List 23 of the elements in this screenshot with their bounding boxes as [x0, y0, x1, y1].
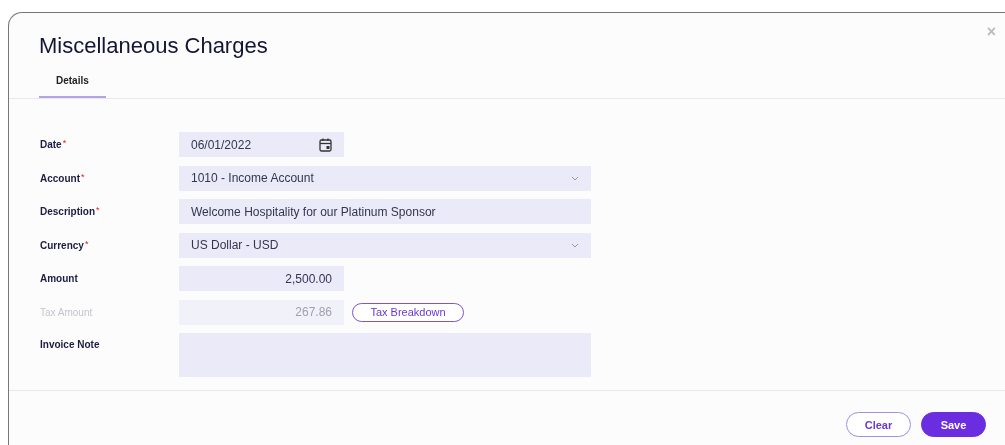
calendar-icon[interactable] — [319, 137, 332, 152]
field-label: Invoice Note — [40, 339, 100, 350]
dropdown-field[interactable]: 1010 - Income Account — [179, 165, 591, 191]
required-mark: * — [96, 206, 100, 215]
amount-field[interactable]: 2,500.00 — [179, 266, 344, 291]
chevron-down-icon — [571, 242, 579, 248]
required-mark: * — [62, 139, 67, 148]
dropdown-field[interactable]: US Dollar - USD — [179, 232, 591, 258]
tab[interactable]: Details — [39, 69, 106, 98]
field-label: Currency — [40, 239, 84, 251]
chevron-down-icon — [571, 175, 579, 181]
date-field[interactable]: 06/01/2022 — [179, 132, 344, 157]
field-label: Amount — [40, 273, 78, 284]
input-field[interactable]: Welcome Hospitality for our Platinum Sponsor — [179, 199, 591, 224]
field-label: Date — [40, 139, 62, 150]
clear-button[interactable]: Clear — [846, 412, 911, 437]
dialog-title: Miscellaneous Charges — [39, 32, 268, 60]
required-mark: * — [81, 172, 85, 182]
field-label: Description — [40, 206, 95, 217]
amount-field: 267.86 — [179, 299, 344, 325]
field-label: Account — [40, 172, 80, 184]
required-mark: * — [84, 239, 89, 249]
save-button[interactable]: Save — [921, 412, 986, 437]
